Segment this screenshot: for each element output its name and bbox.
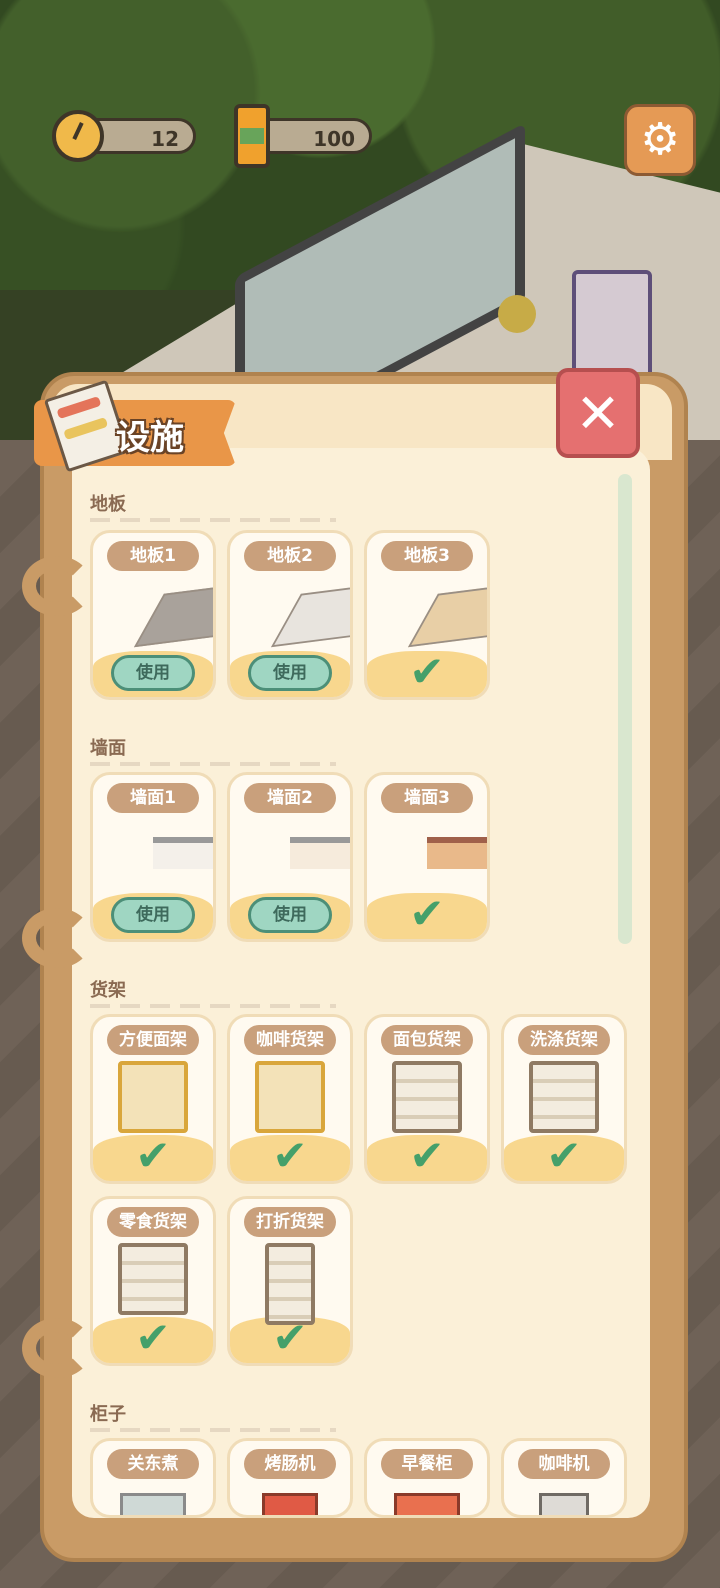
card-shelf-discount[interactable]: 打折货架 ✔ — [227, 1196, 353, 1366]
coffee-machine-thumbnail — [539, 1493, 589, 1515]
binder-ring — [22, 908, 92, 968]
can-icon — [234, 104, 270, 168]
use-button[interactable]: 使用 — [111, 655, 195, 691]
card-shelf-coffee[interactable]: 咖啡货架 ✔ — [227, 1014, 353, 1184]
settings-button[interactable]: ⚙ — [624, 104, 696, 176]
card-label: 面包货架 — [381, 1025, 473, 1055]
section-title-cabinet: 柜子 — [90, 1404, 126, 1425]
use-button[interactable]: 使用 — [248, 655, 332, 691]
section-divider — [90, 762, 336, 766]
shelf-thumbnail — [529, 1061, 599, 1133]
panel-scrollbar[interactable] — [618, 474, 632, 944]
card-cabinet-coffee[interactable]: 咖啡机 — [501, 1438, 627, 1518]
card-label: 墙面1 — [107, 783, 199, 813]
binder-ring — [22, 1318, 92, 1378]
floor-thumbnail — [133, 580, 213, 648]
shelf-thumbnail — [118, 1243, 188, 1315]
oden-thumbnail — [120, 1493, 186, 1515]
panel-title: 设施 — [116, 418, 184, 458]
card-floor-2[interactable]: 地板2 使用 — [227, 530, 353, 700]
check-icon: ✔ — [135, 1131, 171, 1180]
check-icon: ✔ — [272, 1313, 308, 1362]
card-label: 地板2 — [244, 541, 336, 571]
card-label: 零食货架 — [107, 1207, 199, 1237]
close-icon: ✕ — [575, 381, 621, 445]
binder-ring — [22, 556, 92, 616]
card-cabinet-sausage[interactable]: 烤肠机 — [227, 1438, 353, 1518]
card-wall-1[interactable]: 墙面1 使用 — [90, 772, 216, 942]
wall-thumbnail — [427, 837, 487, 869]
clock-icon — [52, 110, 104, 162]
check-icon: ✔ — [409, 1131, 445, 1180]
card-label: 关东煮 — [107, 1449, 199, 1479]
close-button[interactable]: ✕ — [556, 368, 640, 458]
check-icon: ✔ — [135, 1313, 171, 1362]
gear-icon: ⚙ — [640, 114, 680, 165]
use-button[interactable]: 使用 — [111, 897, 195, 933]
section-divider — [90, 518, 336, 522]
card-shelf-instant-noodle[interactable]: 方便面架 ✔ — [90, 1014, 216, 1184]
check-icon: ✔ — [546, 1131, 582, 1180]
shelf-thumbnail — [255, 1061, 325, 1133]
card-cabinet-breakfast[interactable]: 早餐柜 — [364, 1438, 490, 1518]
shelf-thumbnail — [392, 1061, 462, 1133]
card-shelf-detergent[interactable]: 洗涤货架 ✔ — [501, 1014, 627, 1184]
card-label: 咖啡机 — [518, 1449, 610, 1479]
card-label: 早餐柜 — [381, 1449, 473, 1479]
card-label: 地板1 — [107, 541, 199, 571]
section-title-shelf: 货架 — [90, 980, 126, 1001]
card-label: 方便面架 — [107, 1025, 199, 1055]
shelf-thumbnail — [118, 1061, 188, 1133]
breakfast-cabinet-thumbnail — [394, 1493, 460, 1515]
card-cabinet-oden[interactable]: 关东煮 — [90, 1438, 216, 1518]
section-title-wall: 墙面 — [90, 738, 126, 759]
card-label: 洗涤货架 — [518, 1025, 610, 1055]
check-icon: ✔ — [409, 647, 445, 696]
check-icon: ✔ — [272, 1131, 308, 1180]
card-label: 打折货架 — [244, 1207, 336, 1237]
floor-thumbnail — [270, 580, 350, 648]
card-wall-2[interactable]: 墙面2 使用 — [227, 772, 353, 942]
card-label: 烤肠机 — [244, 1449, 336, 1479]
card-label: 墙面2 — [244, 783, 336, 813]
check-icon: ✔ — [409, 889, 445, 938]
card-floor-1[interactable]: 地板1 使用 — [90, 530, 216, 700]
sausage-machine-thumbnail — [262, 1493, 318, 1515]
card-label: 墙面3 — [381, 783, 473, 813]
use-button[interactable]: 使用 — [248, 897, 332, 933]
card-shelf-snack[interactable]: 零食货架 ✔ — [90, 1196, 216, 1366]
wall-thumbnail — [153, 837, 213, 869]
card-floor-3[interactable]: 地板3 ✔ — [364, 530, 490, 700]
card-label: 咖啡货架 — [244, 1025, 336, 1055]
wall-thumbnail — [290, 837, 350, 869]
section-divider — [90, 1004, 336, 1008]
floor-thumbnail — [407, 580, 487, 648]
section-title-floor: 地板 — [90, 494, 126, 515]
card-wall-3[interactable]: 墙面3 ✔ — [364, 772, 490, 942]
card-label: 地板3 — [381, 541, 473, 571]
section-divider — [90, 1428, 336, 1432]
card-shelf-bread[interactable]: 面包货架 ✔ — [364, 1014, 490, 1184]
